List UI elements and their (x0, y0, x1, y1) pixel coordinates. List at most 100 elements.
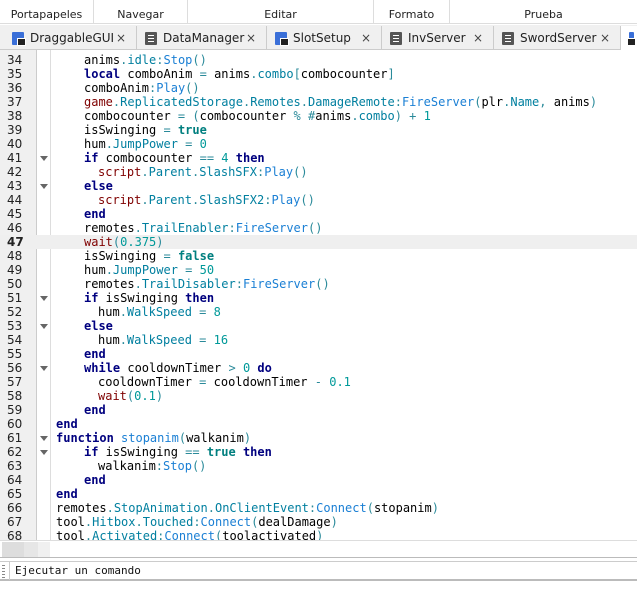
tab-invserver[interactable]: InvServer × (382, 26, 494, 50)
code-text: remotes.TrailEnabler:FireServer() (84, 221, 322, 235)
code-token: () (191, 459, 207, 473)
close-icon[interactable]: × (246, 31, 256, 45)
code-text: hum.JumpPower = 0 (84, 137, 207, 151)
code-line[interactable]: 41 if combocounter == 4 then (0, 151, 637, 165)
code-token: . (207, 501, 215, 515)
code-line[interactable]: 40 hum.JumpPower = 0 (0, 137, 637, 151)
code-token: combocounter (300, 67, 388, 81)
line-number: 36 (7, 81, 23, 95)
code-token: script (98, 193, 142, 207)
fold-arrow-icon[interactable] (40, 184, 48, 189)
code-line[interactable]: 55 end (0, 347, 637, 361)
code-line[interactable]: 54 hum.WalkSpeed = 16 (0, 333, 637, 347)
tab-active[interactable] (621, 26, 637, 50)
code-token: = (199, 67, 207, 81)
code-line[interactable]: 43 else (0, 179, 637, 193)
code-line[interactable]: 60 end (0, 417, 637, 431)
ribbon-group-test[interactable]: Prueba (450, 0, 637, 24)
code-token: anims (315, 109, 352, 123)
tab-label: InvServer (408, 31, 466, 45)
code-token: . (106, 501, 114, 515)
code-token: Play (271, 193, 301, 207)
line-number: 48 (7, 249, 23, 263)
code-text: tool.Hitbox.Touched:Connect(dealDamage) (56, 515, 338, 529)
code-line[interactable]: 37 game.ReplicatedStorage.Remotes.DamageR… (0, 95, 637, 109)
code-line[interactable]: 53 else (0, 319, 637, 333)
code-line[interactable]: 35 local comboAnim = anims.combo[combocou… (0, 67, 637, 81)
code-line[interactable]: 57 cooldownTimer = cooldownTimer - 0.1 (0, 375, 637, 389)
tab-swordserver[interactable]: SwordServer × (494, 26, 621, 50)
code-line[interactable]: 36 comboAnim:Play() (0, 81, 637, 95)
line-number: 43 (7, 179, 23, 193)
code-line[interactable]: 46 remotes.TrailEnabler:FireServer() (0, 221, 637, 235)
line-number: 52 (7, 305, 23, 319)
code-line[interactable]: 42 script.Parent.SlashSFX:Play() (0, 165, 637, 179)
ribbon-group-edit[interactable]: Editar (188, 0, 374, 24)
fold-arrow-icon[interactable] (40, 436, 48, 441)
code-token: remotes (84, 221, 135, 235)
code-line[interactable]: 45 end (0, 207, 637, 221)
code-token: SlashSFX (199, 165, 257, 179)
line-number: 60 (7, 417, 23, 431)
fold-arrow-icon[interactable] (40, 296, 48, 301)
code-line[interactable]: 67 tool.Hitbox.Touched:Connect(dealDamage… (0, 515, 637, 529)
code-token: () (293, 165, 308, 179)
code-token: [ (293, 67, 301, 81)
ribbon-group-navigate[interactable]: Navegar (94, 0, 188, 24)
close-icon[interactable]: × (473, 31, 483, 45)
code-token: ( (185, 109, 200, 123)
code-line[interactable]: 61 function stopanim(walkanim) (0, 431, 637, 445)
ribbon-group-format[interactable]: Formato (374, 0, 450, 24)
code-line[interactable]: 64 end (0, 473, 637, 487)
tab-draggablegui[interactable]: DraggableGUI × (4, 26, 137, 50)
code-line[interactable]: 48 isSwinging = false (0, 249, 637, 263)
fold-arrow-icon[interactable] (40, 324, 48, 329)
code-line[interactable]: 49 hum.JumpPower = 50 (0, 263, 637, 277)
line-number: 64 (7, 473, 23, 487)
code-line[interactable]: 51 if isSwinging then (0, 291, 637, 305)
code-line[interactable]: 47 wait(0.375) (0, 235, 637, 249)
code-token: combo (257, 67, 294, 81)
close-icon[interactable]: × (116, 31, 126, 45)
code-line[interactable]: 34 anims.idle:Stop() (0, 53, 637, 67)
code-line[interactable]: 63 walkanim:Stop() (0, 459, 637, 473)
close-icon[interactable]: × (600, 31, 610, 45)
line-number: 40 (7, 137, 23, 151)
tab-slotsetup[interactable]: SlotSetup × (267, 26, 382, 50)
code-line[interactable]: 38 combocounter = (combocounter % #anims.… (0, 109, 637, 123)
code-token: 0 (235, 361, 251, 375)
fold-arrow-icon[interactable] (40, 366, 48, 371)
close-icon[interactable]: × (361, 31, 371, 45)
code-token: TrailDisabler (141, 277, 236, 291)
code-line[interactable]: 59 end (0, 403, 637, 417)
code-line[interactable]: 52 hum.WalkSpeed = 8 (0, 305, 637, 319)
code-token: if (84, 151, 99, 165)
code-line[interactable]: 65 end (0, 487, 637, 501)
code-token: cooldownTimer (98, 375, 200, 389)
code-line[interactable]: 62 if isSwinging == true then (0, 445, 637, 459)
command-input[interactable]: Ejecutar un comando (9, 562, 637, 580)
horizontal-scrollbar[interactable] (0, 540, 637, 557)
code-text: game.ReplicatedStorage.Remotes.DamageRem… (84, 95, 597, 109)
line-number: 57 (7, 375, 23, 389)
code-token: true (170, 123, 207, 137)
code-token: ( (366, 501, 374, 515)
code-line[interactable]: 39 isSwinging = true (0, 123, 637, 137)
ribbon-group-clipboard[interactable]: Portapapeles (0, 0, 94, 24)
code-line[interactable]: 58 wait(0.1) (0, 389, 637, 403)
tab-datamanager[interactable]: DataManager × (137, 26, 267, 50)
code-token: cooldownTimer (206, 375, 315, 389)
code-text: script.Parent.SlashSFX:Play() (98, 165, 308, 179)
code-line[interactable]: 50 remotes.TrailDisabler:FireServer() (0, 277, 637, 291)
code-token: . (351, 109, 359, 123)
grip-handle-icon[interactable] (2, 565, 5, 578)
code-line[interactable]: 44 script.Parent.SlashSFX2:Play() (0, 193, 637, 207)
fold-arrow-icon[interactable] (40, 156, 48, 161)
code-editor[interactable]: 34 anims.idle:Stop() 35 local comboAnim = a… (0, 50, 637, 558)
fold-arrow-icon[interactable] (40, 450, 48, 455)
code-token: else (84, 319, 113, 333)
line-number: 56 (7, 361, 23, 375)
scrollbar-thumb[interactable] (2, 542, 50, 557)
code-line[interactable]: 56 while cooldownTimer > 0 do (0, 361, 637, 375)
code-line[interactable]: 66 remotes.StopAnimation.OnClientEvent:Co… (0, 501, 637, 515)
